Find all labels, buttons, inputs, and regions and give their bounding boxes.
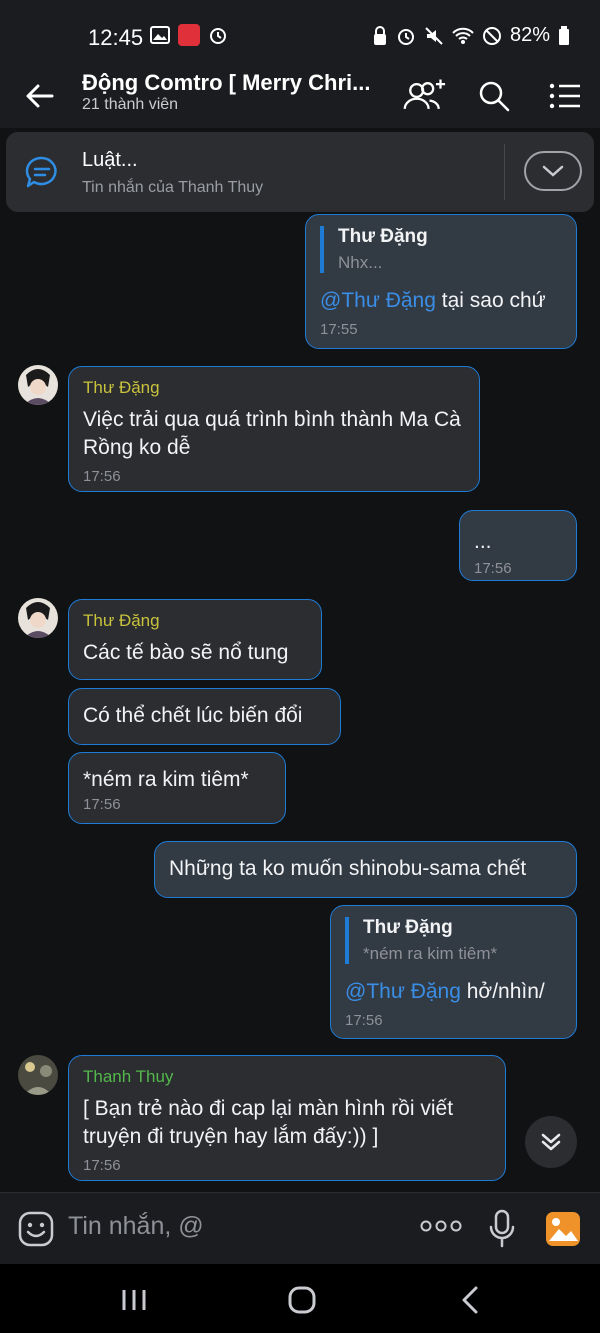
avatar[interactable] [18, 1055, 58, 1095]
chat-title[interactable]: Động Comtro [ Merry Chri... [82, 70, 372, 96]
sender-name[interactable]: Thanh Thuy [83, 1067, 491, 1087]
message-time: 17:56 [83, 796, 121, 813]
more-button[interactable] [420, 1219, 462, 1238]
quote-text: *ném ra kim tiêm* [363, 944, 498, 963]
alarm-icon [210, 28, 226, 44]
scroll-to-bottom-button[interactable] [525, 1116, 577, 1168]
message-time: 17:55 [320, 321, 358, 338]
more-icon [420, 1220, 462, 1232]
message-text: @Thư Đặng tại sao chứ [320, 289, 546, 312]
gallery-button[interactable] [545, 1211, 581, 1252]
back-arrow-icon [26, 84, 54, 108]
quote-text: Nhx... [338, 253, 383, 272]
add-member-icon [403, 79, 446, 109]
home-icon [288, 1286, 316, 1314]
message-text: Có thể chết lúc biến đổi [83, 704, 303, 727]
mention-link[interactable]: @Thư Đặng [345, 980, 461, 1003]
image-icon [546, 1212, 580, 1246]
emoji-button[interactable] [18, 1211, 54, 1252]
message-time: 17:56 [83, 468, 121, 485]
back-chevron-icon [462, 1286, 478, 1314]
message-bubble[interactable]: *ném ra kim tiêm* 17:56 [68, 752, 286, 824]
search-button[interactable] [472, 74, 516, 118]
chat-header: Động Comtro [ Merry Chri... 21 thành viê… [0, 64, 600, 128]
mute-icon [425, 26, 443, 45]
mic-icon [489, 1209, 515, 1248]
search-icon [479, 81, 510, 112]
pinned-subtitle: Tin nhắn của Thanh Thuy [82, 179, 264, 196]
message-list[interactable]: Thư Đặng Nhx... @Thư Đặng tại sao chứ 17… [0, 212, 600, 1192]
system-nav-bar [0, 1264, 600, 1333]
dnd-icon [482, 26, 501, 45]
status-bar: 12:45 82% [0, 0, 600, 64]
mention-link[interactable]: @Thư Đặng [320, 289, 436, 312]
add-member-button[interactable] [402, 74, 446, 118]
double-chevron-down-icon [541, 1133, 561, 1151]
status-notification-icons [150, 24, 228, 46]
avatar[interactable] [18, 598, 58, 638]
message-text: Những ta ko muốn shinobu-sama chết [169, 857, 527, 880]
pinned-title: Luật... [82, 149, 138, 171]
message-time: 17:56 [83, 1157, 121, 1174]
message-time: 17:56 [474, 560, 512, 577]
back-button[interactable] [22, 78, 58, 114]
status-time: 12:45 [88, 25, 144, 50]
avatar[interactable] [18, 365, 58, 405]
message-bubble[interactable]: Thư Đặng Các tế bào sẽ nổ tung [68, 599, 322, 680]
quote-sender: Thư Đặng [338, 226, 428, 247]
quote-sender: Thư Đặng [363, 917, 453, 938]
message-bubble[interactable]: ... 17:56 [459, 510, 577, 581]
voice-button[interactable] [488, 1209, 516, 1254]
member-count: 21 thành viên [82, 96, 179, 113]
emoji-icon [18, 1211, 54, 1247]
recent-apps-button[interactable] [121, 1288, 147, 1317]
message-bubble[interactable]: Thư Đặng Nhx... @Thư Đặng tại sao chứ 17… [305, 214, 577, 349]
wifi-icon [452, 27, 474, 44]
menu-button[interactable] [543, 74, 587, 118]
recent-apps-icon [122, 1290, 146, 1310]
battery-icon [559, 25, 569, 45]
message-bubble[interactable]: Thư Đặng *ném ra kim tiêm* @Thư Đặng hở/… [330, 905, 577, 1039]
message-time: 17:56 [345, 1012, 383, 1029]
quoted-message[interactable]: Thư Đặng *ném ra kim tiêm* [345, 917, 562, 964]
divider [504, 144, 505, 200]
expand-pinned-button[interactable] [524, 151, 582, 191]
pinned-message[interactable]: Luật... Tin nhắn của Thanh Thuy [6, 132, 594, 212]
quoted-message[interactable]: Thư Đặng Nhx... [320, 226, 562, 273]
chat-bubble-icon [24, 154, 60, 195]
message-text: Việc trải qua quá trình bình thành Ma Cà… [83, 408, 461, 459]
status-system-icons: 82% [372, 24, 570, 47]
message-input[interactable]: Tin nhắn, @ [68, 1212, 204, 1241]
home-button[interactable] [288, 1286, 316, 1319]
manga-app-icon [178, 24, 200, 46]
message-bubble[interactable]: Những ta ko muốn shinobu-sama chết [154, 841, 577, 898]
message-bubble[interactable]: Thanh Thuy [ Bạn trẻ nào đi cap lại màn … [68, 1055, 506, 1181]
message-text: Các tế bào sẽ nổ tung [83, 641, 289, 664]
gallery-icon [150, 26, 170, 44]
message-text: ... [474, 530, 492, 553]
menu-icon [549, 83, 580, 109]
lock-icon [373, 25, 386, 45]
sender-name[interactable]: Thư Đặng [83, 378, 465, 398]
message-bubble[interactable]: Thư Đặng Việc trải qua quá trình bình th… [68, 366, 480, 492]
battery-percent: 82% [509, 24, 550, 46]
back-nav-button[interactable] [460, 1286, 480, 1319]
message-text: @Thư Đặng hở/nhìn/ [345, 980, 545, 1003]
message-text: *ném ra kim tiêm* [83, 768, 249, 791]
chevron-down-icon [542, 165, 564, 177]
composer: Tin nhắn, @ [0, 1192, 600, 1264]
sender-name[interactable]: Thư Đặng [83, 611, 307, 631]
message-bubble[interactable]: Có thể chết lúc biến đổi [68, 688, 341, 745]
message-text: [ Bạn trẻ nào đi cap lại màn hình rồi vi… [83, 1097, 454, 1148]
alarm-icon [397, 28, 414, 45]
